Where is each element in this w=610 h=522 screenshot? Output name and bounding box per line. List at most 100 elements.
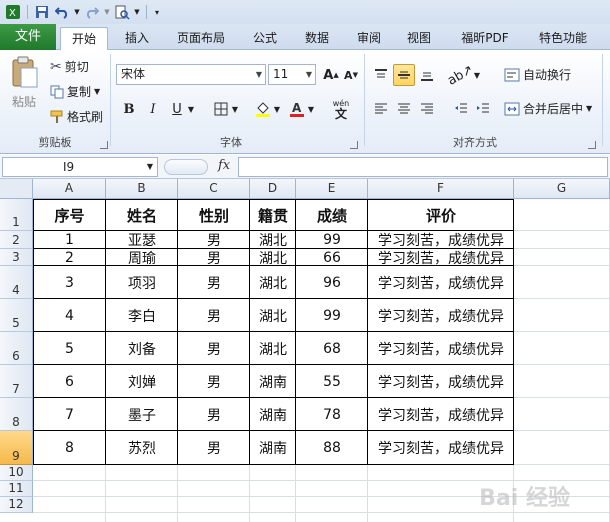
table-cell[interactable]: 男: [178, 365, 250, 398]
customize-toolbar-icon[interactable]: ▾: [152, 3, 162, 21]
tab-formulas[interactable]: 公式: [242, 27, 288, 50]
table-cell[interactable]: 周瑜: [106, 249, 178, 267]
table-header-cell[interactable]: 评价: [368, 199, 514, 231]
table-cell[interactable]: 8: [33, 431, 106, 465]
table-cell[interactable]: 苏烈: [106, 431, 178, 465]
table-cell[interactable]: 学习刻苦，成绩优异: [368, 398, 514, 431]
column-header-e[interactable]: E: [296, 179, 368, 199]
table-cell[interactable]: 6: [33, 365, 106, 398]
tab-insert[interactable]: 插入: [114, 27, 160, 50]
copy-button[interactable]: 复制 ▼: [50, 83, 100, 100]
grow-font-button[interactable]: A ▲: [320, 64, 342, 86]
increase-indent-button[interactable]: [472, 98, 494, 120]
save-icon[interactable]: [33, 3, 51, 21]
column-header-b[interactable]: B: [106, 179, 178, 199]
shrink-font-button[interactable]: A ▼: [340, 64, 362, 86]
undo-dropdown-icon[interactable]: ▼: [73, 3, 81, 21]
table-cell[interactable]: 78: [296, 398, 368, 431]
table-cell[interactable]: 湖南: [250, 365, 296, 398]
table-header-cell[interactable]: 性别: [178, 199, 250, 231]
row-header-12[interactable]: 12: [0, 497, 33, 513]
table-cell[interactable]: 5: [33, 332, 106, 365]
table-cell[interactable]: 湖南: [250, 398, 296, 431]
table-cell[interactable]: 88: [296, 431, 368, 465]
table-cell[interactable]: 男: [178, 398, 250, 431]
tab-home[interactable]: 开始: [60, 27, 108, 51]
phonetic-button[interactable]: wén 文: [328, 96, 354, 122]
align-middle-button[interactable]: [393, 64, 415, 86]
table-cell[interactable]: 1: [33, 231, 106, 249]
table-cell[interactable]: 55: [296, 365, 368, 398]
table-cell[interactable]: 学习刻苦，成绩优异: [368, 249, 514, 267]
print-preview-icon[interactable]: [113, 3, 131, 21]
table-cell[interactable]: 项羽: [106, 266, 178, 299]
name-box[interactable]: I9 ▼: [2, 157, 158, 177]
table-header-cell[interactable]: 成绩: [296, 199, 368, 231]
tab-review[interactable]: 审阅: [348, 27, 390, 50]
table-cell[interactable]: 湖北: [250, 299, 296, 332]
redo-dropdown-icon[interactable]: ▼: [103, 3, 111, 21]
table-cell[interactable]: 湖北: [250, 231, 296, 249]
tab-view[interactable]: 视图: [398, 27, 440, 50]
column-header-a[interactable]: A: [33, 179, 106, 199]
table-header-cell[interactable]: 姓名: [106, 199, 178, 231]
row-header-11[interactable]: 11: [0, 481, 33, 497]
formula-bar-splitter[interactable]: [164, 159, 208, 175]
row-header-10[interactable]: 10: [0, 465, 33, 481]
table-cell[interactable]: 99: [296, 231, 368, 249]
font-color-dropdown-icon[interactable]: ▼: [306, 98, 316, 120]
alignment-launcher-icon[interactable]: [588, 141, 596, 149]
tab-file[interactable]: 文件: [0, 24, 56, 50]
table-cell[interactable]: 3: [33, 266, 106, 299]
column-header-d[interactable]: D: [250, 179, 296, 199]
table-cell[interactable]: 7: [33, 398, 106, 431]
table-header-cell[interactable]: 序号: [33, 199, 106, 231]
table-cell[interactable]: 99: [296, 299, 368, 332]
tab-page-layout[interactable]: 页面布局: [168, 27, 234, 50]
table-cell[interactable]: 学习刻苦，成绩优异: [368, 231, 514, 249]
tab-special-features[interactable]: 特色功能: [528, 27, 598, 50]
align-left-button[interactable]: [370, 98, 392, 120]
table-cell[interactable]: 男: [178, 266, 250, 299]
underline-dropdown-icon[interactable]: ▼: [186, 98, 196, 120]
clipboard-launcher-icon[interactable]: [100, 141, 108, 149]
table-cell[interactable]: 湖北: [250, 249, 296, 267]
underline-button[interactable]: U: [166, 98, 188, 120]
align-center-button[interactable]: [393, 98, 415, 120]
borders-dropdown-icon[interactable]: ▼: [230, 98, 240, 120]
orientation-button[interactable]: ab↗: [446, 62, 477, 89]
decrease-indent-button[interactable]: [450, 98, 472, 120]
table-cell[interactable]: 男: [178, 332, 250, 365]
table-cell[interactable]: 男: [178, 231, 250, 249]
italic-button[interactable]: I: [142, 98, 164, 120]
cut-button[interactable]: ✂ 剪切: [50, 58, 89, 75]
fill-color-button[interactable]: [252, 98, 274, 120]
table-cell[interactable]: 学习刻苦，成绩优异: [368, 299, 514, 332]
table-cell[interactable]: 亚瑟: [106, 231, 178, 249]
row-header-9[interactable]: 9: [0, 431, 33, 465]
table-cell[interactable]: 2: [33, 249, 106, 266]
row-header-6[interactable]: 6: [0, 332, 33, 365]
table-cell[interactable]: 男: [178, 431, 250, 465]
row-header-5[interactable]: 5: [0, 299, 33, 332]
align-right-button[interactable]: [416, 98, 438, 120]
align-top-button[interactable]: [370, 64, 392, 86]
tab-data[interactable]: 数据: [296, 27, 338, 50]
table-cell[interactable]: 学习刻苦，成绩优异: [368, 431, 514, 465]
bold-button[interactable]: B: [118, 98, 140, 120]
table-cell[interactable]: 学习刻苦，成绩优异: [368, 266, 514, 299]
table-cell[interactable]: 湖北: [250, 266, 296, 299]
table-cell[interactable]: 刘备: [106, 332, 178, 365]
paste-button[interactable]: 粘贴: [6, 56, 42, 110]
undo-icon[interactable]: [53, 3, 71, 21]
table-cell[interactable]: 学习刻苦，成绩优异: [368, 365, 514, 398]
table-cell[interactable]: 湖南: [250, 431, 296, 465]
row-header-4[interactable]: 4: [0, 266, 33, 299]
table-cell[interactable]: 96: [296, 266, 368, 299]
wrap-text-button[interactable]: 自动换行: [504, 66, 571, 83]
fill-color-dropdown-icon[interactable]: ▼: [272, 98, 282, 120]
table-cell[interactable]: 刘婵: [106, 365, 178, 398]
worksheet-grid[interactable]: ABCDEFG 1 2 3 4 5 6 7 8 9 10 11 12 序号 姓名 性别 籍贯 成绩 评价 1 亚瑟男…: [0, 179, 610, 522]
table-cell[interactable]: 男: [178, 299, 250, 332]
row-header-7[interactable]: 7: [0, 365, 33, 398]
